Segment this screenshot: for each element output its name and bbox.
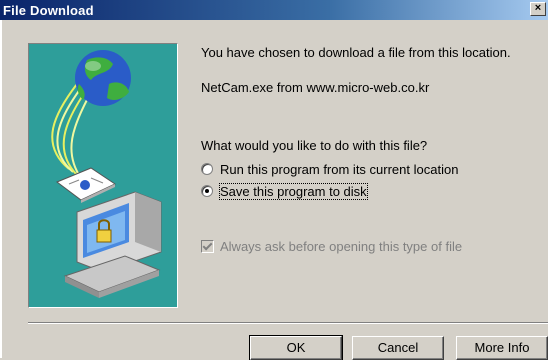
title-bar[interactable]: File Download × — [0, 0, 548, 20]
save-radio[interactable] — [201, 185, 213, 197]
save-option[interactable]: Save this program to disk — [201, 182, 368, 200]
action-question: What would you like to do with this file… — [201, 138, 428, 153]
save-option-label[interactable]: Save this program to disk — [219, 182, 368, 200]
file-source: NetCam.exe from www.micro-web.co.kr — [201, 80, 430, 95]
download-illustration — [28, 43, 178, 308]
download-message: You have chosen to download a file from … — [201, 45, 511, 60]
ok-button[interactable]: OK — [249, 335, 343, 360]
run-option-label[interactable]: Run this program from its current locati… — [220, 162, 458, 177]
close-icon: × — [534, 2, 542, 14]
close-button[interactable]: × — [530, 2, 546, 16]
window-title: File Download — [3, 3, 94, 18]
always-ask-checkbox — [201, 239, 214, 253]
run-option[interactable]: Run this program from its current locati… — [201, 161, 458, 177]
window-edge — [0, 20, 2, 358]
button-separator — [28, 322, 548, 324]
always-ask-label: Always ask before opening this type of f… — [220, 238, 463, 254]
cancel-button[interactable]: Cancel — [352, 336, 444, 360]
globe-to-computer-download-icon — [51, 50, 162, 298]
run-radio[interactable] — [201, 163, 213, 175]
always-ask-option: Always ask before opening this type of f… — [201, 238, 462, 254]
more-info-button[interactable]: More Info — [456, 336, 548, 360]
